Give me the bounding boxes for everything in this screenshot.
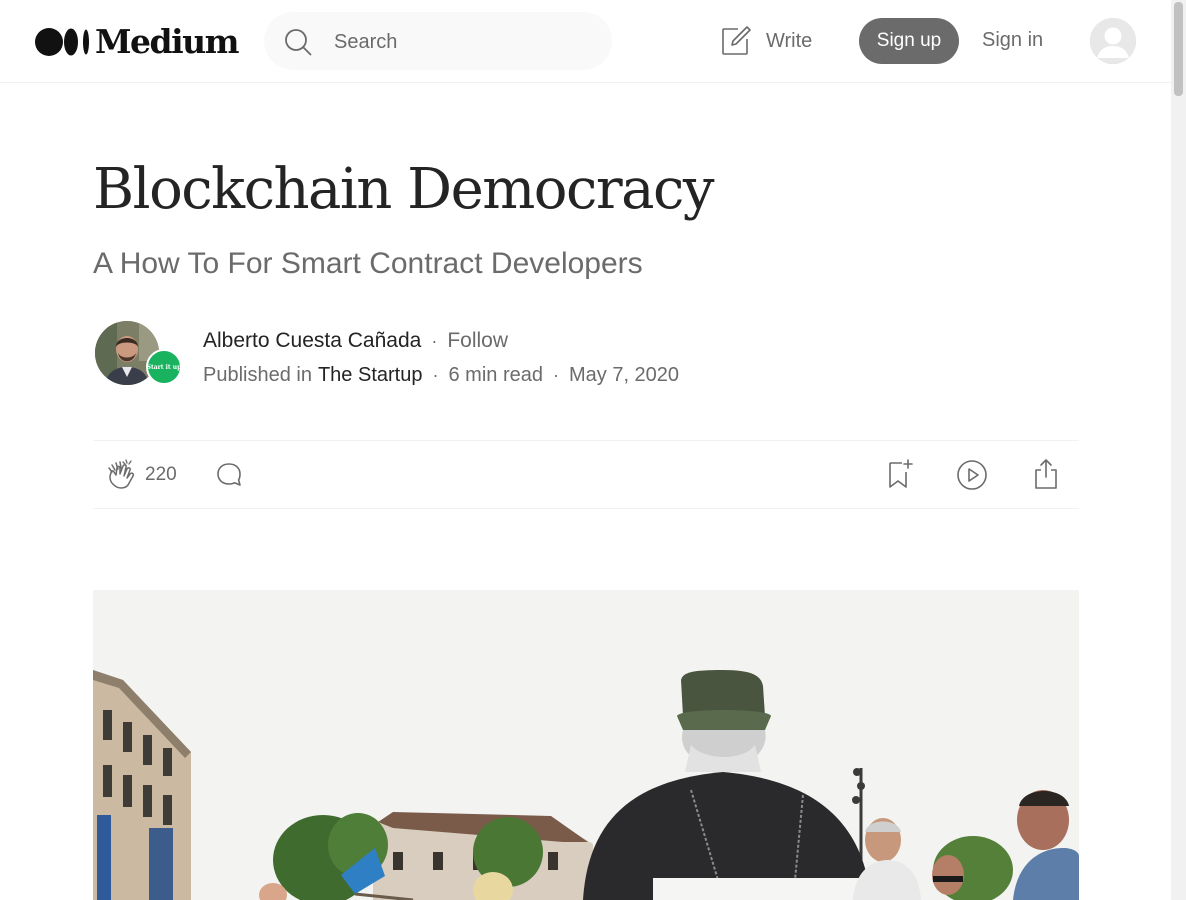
page-scrollbar[interactable]	[1171, 0, 1186, 900]
medium-logo[interactable]: Medium	[35, 22, 240, 62]
write-label: Write	[766, 29, 813, 52]
search-icon	[285, 29, 312, 56]
separator-dot: ·	[431, 330, 438, 351]
publication-name[interactable]: The Startup	[318, 364, 423, 387]
protest-crowd-photo	[93, 590, 1079, 900]
published-in-label: Published in	[203, 363, 312, 386]
sign-in-link[interactable]: Sign in	[982, 29, 1043, 52]
comment-icon[interactable]	[215, 461, 243, 489]
author-name[interactable]: Alberto Cuesta Cañada	[203, 329, 421, 353]
medium-wordmark: Medium	[95, 22, 240, 61]
top-navigation-bar: Medium Write Sign up Sign in	[0, 0, 1171, 83]
listen-play-icon[interactable]	[956, 459, 988, 491]
share-icon[interactable]	[1033, 457, 1059, 491]
search-input[interactable]	[332, 26, 596, 58]
clap-icon[interactable]	[106, 458, 136, 490]
publication-line: Published in The Startup · 6 min read · …	[203, 361, 679, 389]
separator-dot: ·	[552, 364, 559, 385]
scrollbar-thumb[interactable]	[1174, 2, 1183, 96]
article-subtitle: A How To For Smart Contract Developers	[93, 247, 643, 280]
author-line: Alberto Cuesta Cañada · Follow	[203, 327, 508, 355]
separator-dot: ·	[432, 364, 439, 385]
write-button[interactable]: Write	[720, 24, 812, 58]
user-avatar-icon[interactable]	[1090, 18, 1136, 64]
article-action-bar: 220	[93, 440, 1079, 509]
default-avatar-icon	[1090, 18, 1136, 64]
sign-up-button[interactable]: Sign up	[859, 18, 959, 64]
bookmark-add-icon[interactable]	[886, 458, 914, 490]
article-hero-image	[93, 590, 1079, 900]
article-title: Blockchain Democracy	[93, 157, 715, 222]
publish-date: May 7, 2020	[568, 363, 680, 386]
publication-badge-icon[interactable]: Start it up	[146, 349, 182, 385]
read-time: 6 min read	[448, 363, 543, 386]
follow-button[interactable]: Follow	[447, 329, 508, 353]
medium-logo-mark	[35, 28, 89, 56]
clap-count: 220	[145, 464, 177, 485]
search-box[interactable]	[264, 12, 612, 70]
write-icon	[722, 26, 751, 55]
